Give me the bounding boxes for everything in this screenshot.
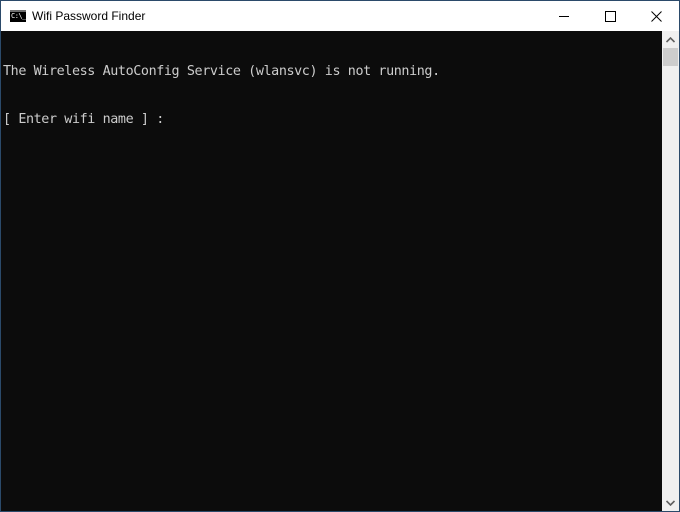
scroll-up-button[interactable] [662,31,679,48]
scroll-down-button[interactable] [662,494,679,511]
close-icon [650,10,662,22]
minimize-icon [559,15,569,17]
console-prompt[interactable]: [ Enter wifi name ] : [3,112,662,128]
console-line-status: The Wireless AutoConfig Service (wlansvc… [3,64,440,79]
title-bar[interactable]: C:\_ Wifi Password Finder [1,1,679,31]
close-button[interactable] [633,1,679,31]
console-icon-text: C:\_ [11,12,26,20]
window-title: Wifi Password Finder [32,9,146,23]
minimize-button[interactable] [541,1,587,31]
maximize-icon [604,10,616,22]
console-output[interactable]: The Wireless AutoConfig Service (wlansvc… [1,31,662,511]
scrollbar-thumb[interactable] [663,48,678,66]
chevron-up-icon [666,36,675,43]
vertical-scrollbar[interactable] [662,31,679,511]
console-window: C:\_ Wifi Password Finder The Wireless A… [0,0,680,512]
console-icon: C:\_ [10,10,26,22]
chevron-down-icon [666,499,675,506]
maximize-button[interactable] [587,1,633,31]
